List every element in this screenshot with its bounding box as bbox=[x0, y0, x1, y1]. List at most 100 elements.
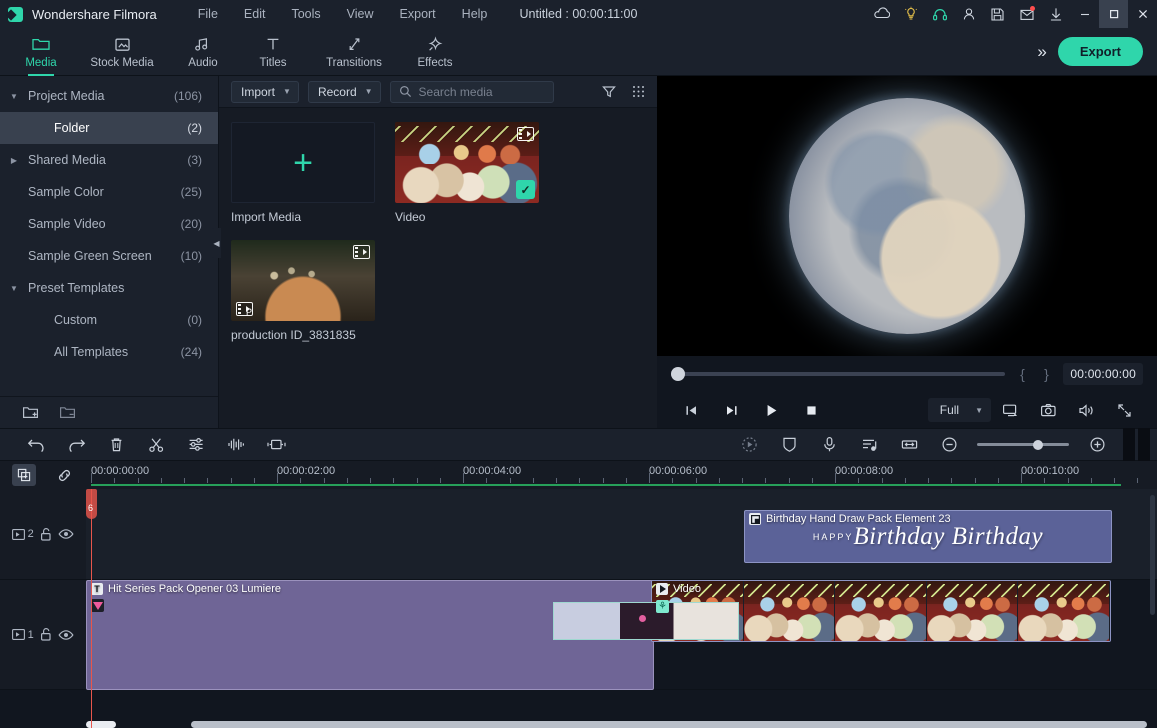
zoom-slider-handle[interactable] bbox=[1033, 439, 1043, 450]
menu-view[interactable]: View bbox=[334, 3, 387, 25]
next-frame-button[interactable] bbox=[711, 404, 751, 417]
import-media-placeholder[interactable]: + bbox=[231, 122, 375, 203]
transition-overlay[interactable] bbox=[553, 602, 739, 640]
track-2-eye-icon[interactable] bbox=[58, 528, 74, 540]
download-icon[interactable] bbox=[1041, 0, 1070, 28]
timeline-horizontal-scrollbar[interactable] bbox=[86, 721, 1147, 728]
audio-waveform-icon[interactable] bbox=[216, 437, 256, 452]
filter-icon[interactable] bbox=[602, 85, 616, 98]
stop-button[interactable] bbox=[791, 404, 831, 417]
collapse-panel-arrow-icon[interactable]: ◀ bbox=[212, 228, 221, 258]
adjust-sliders-icon[interactable] bbox=[176, 437, 216, 452]
search-media-field[interactable]: Search media bbox=[389, 80, 554, 103]
tab-audio[interactable]: Audio bbox=[168, 28, 238, 76]
playhead[interactable]: 6 bbox=[86, 489, 97, 728]
sidebar-item-shared-media[interactable]: ▶ Shared Media (3) bbox=[0, 144, 218, 176]
media-item-production[interactable]: P production ID_3831835 bbox=[231, 240, 375, 342]
tab-media[interactable]: Media bbox=[6, 28, 76, 76]
sidebar-item-preset-templates[interactable]: ▼ Preset Templates bbox=[0, 272, 218, 304]
add-track-icon[interactable] bbox=[12, 464, 36, 486]
tab-titles[interactable]: Titles bbox=[238, 28, 308, 76]
track-1-area[interactable]: T Hit Series Pack Opener 03 Lumiere Vide… bbox=[86, 580, 1157, 690]
sidebar-item-all-templates[interactable]: All Templates (24) bbox=[0, 336, 218, 368]
link-icon[interactable] bbox=[56, 468, 73, 483]
sidebar-item-custom[interactable]: Custom (0) bbox=[0, 304, 218, 336]
mail-icon[interactable] bbox=[1012, 0, 1041, 28]
clip-birthday-element[interactable]: HAPPY Birthday Birthday Birthday Hand Dr… bbox=[744, 510, 1112, 563]
menu-tools[interactable]: Tools bbox=[278, 3, 333, 25]
more-tabs-chevron-icon[interactable]: » bbox=[1037, 42, 1047, 62]
undo-icon[interactable] bbox=[16, 437, 56, 452]
menu-export[interactable]: Export bbox=[387, 3, 449, 25]
tab-effects[interactable]: Effects bbox=[400, 28, 470, 76]
menu-help[interactable]: Help bbox=[449, 3, 501, 25]
display-mode-icon[interactable] bbox=[991, 403, 1029, 418]
sidebar-item-label: All Templates bbox=[54, 345, 129, 359]
chevron-down-icon[interactable]: ▼ bbox=[0, 284, 28, 293]
cloud-icon[interactable] bbox=[867, 0, 896, 28]
audio-beat-icon[interactable] bbox=[849, 437, 889, 453]
save-icon[interactable] bbox=[983, 0, 1012, 28]
crop-icon[interactable] bbox=[256, 437, 296, 452]
seek-slider[interactable] bbox=[671, 367, 1006, 381]
timeline-vertical-scrollbar[interactable] bbox=[1150, 495, 1155, 712]
snapshot-camera-icon[interactable] bbox=[1029, 403, 1067, 418]
account-icon[interactable] bbox=[954, 0, 983, 28]
fit-timeline-icon[interactable] bbox=[889, 437, 929, 452]
preview-timecode[interactable]: 00:00:00:00 bbox=[1063, 363, 1143, 385]
close-button[interactable] bbox=[1128, 0, 1157, 28]
preview-video-canvas[interactable] bbox=[657, 76, 1157, 356]
fullscreen-icon[interactable] bbox=[1105, 403, 1143, 418]
media-thumbnail[interactable]: ✓ bbox=[395, 122, 539, 203]
lightbulb-icon[interactable] bbox=[896, 0, 925, 28]
redo-icon[interactable] bbox=[56, 437, 96, 452]
sidebar-item-sample-color[interactable]: Sample Color (25) bbox=[0, 176, 218, 208]
import-dropdown[interactable]: Import ▼ bbox=[231, 80, 299, 103]
menu-file[interactable]: File bbox=[185, 3, 231, 25]
export-button[interactable]: Export bbox=[1057, 37, 1143, 66]
track-2-lock-icon[interactable] bbox=[39, 527, 53, 542]
sidebar-item-count: (2) bbox=[187, 121, 202, 135]
timeline-ruler[interactable]: 00:00:00:00 00:00:02:00 00:00:04:00 00:00:0… bbox=[86, 461, 1157, 489]
remove-folder-icon[interactable] bbox=[59, 405, 76, 420]
zoom-in-icon[interactable] bbox=[1077, 436, 1117, 453]
record-dropdown[interactable]: Record ▼ bbox=[307, 80, 381, 103]
play-button[interactable] bbox=[751, 403, 791, 418]
media-item-import[interactable]: + Import Media bbox=[231, 122, 375, 224]
voiceover-mic-icon[interactable] bbox=[809, 436, 849, 453]
volume-icon[interactable] bbox=[1067, 403, 1105, 418]
sidebar-item-folder[interactable]: Folder (2) bbox=[0, 112, 218, 144]
mark-out-icon[interactable]: } bbox=[1039, 366, 1053, 382]
mark-in-icon[interactable]: { bbox=[1015, 366, 1029, 382]
chevron-right-icon[interactable]: ▶ bbox=[0, 156, 28, 165]
track-1-lock-icon[interactable] bbox=[39, 627, 53, 642]
color-match-icon[interactable] bbox=[769, 436, 809, 453]
sidebar-item-sample-video[interactable]: Sample Video (20) bbox=[0, 208, 218, 240]
tab-stock-media[interactable]: Stock Media bbox=[76, 28, 168, 76]
timeline-zoom-slider[interactable] bbox=[977, 439, 1069, 450]
auto-highlight-icon[interactable] bbox=[729, 436, 769, 453]
grid-view-icon[interactable] bbox=[632, 85, 645, 98]
delete-icon[interactable] bbox=[96, 437, 136, 453]
previous-frame-button[interactable] bbox=[671, 404, 711, 417]
sidebar-item-sample-green-screen[interactable]: Sample Green Screen (10) bbox=[0, 240, 218, 272]
menu-edit[interactable]: Edit bbox=[231, 3, 279, 25]
media-item-video[interactable]: ✓ Video bbox=[395, 122, 539, 224]
sidebar-item-project-media[interactable]: ▼ Project Media (106) bbox=[0, 80, 218, 112]
new-folder-icon[interactable] bbox=[22, 405, 39, 420]
split-scissors-icon[interactable] bbox=[136, 437, 176, 453]
media-thumbnail[interactable]: P bbox=[231, 240, 375, 321]
preview-quality-dropdown[interactable]: Full ▼ bbox=[927, 398, 991, 422]
zoom-out-icon[interactable] bbox=[929, 436, 969, 453]
track-1-eye-icon[interactable] bbox=[58, 629, 74, 641]
track-2-area[interactable]: HAPPY Birthday Birthday Birthday Hand Dr… bbox=[86, 489, 1157, 580]
render-preview-bar[interactable] bbox=[1123, 428, 1157, 461]
chevron-down-icon[interactable]: ▼ bbox=[0, 92, 28, 101]
seek-handle[interactable] bbox=[671, 367, 685, 381]
scrollbar-thumb[interactable] bbox=[191, 721, 1147, 728]
maximize-button[interactable] bbox=[1099, 0, 1128, 28]
headphones-icon[interactable] bbox=[925, 0, 954, 28]
scrollbar-thumb[interactable] bbox=[1150, 495, 1155, 615]
minimize-button[interactable] bbox=[1070, 0, 1099, 28]
tab-transitions[interactable]: Transitions bbox=[308, 28, 400, 76]
